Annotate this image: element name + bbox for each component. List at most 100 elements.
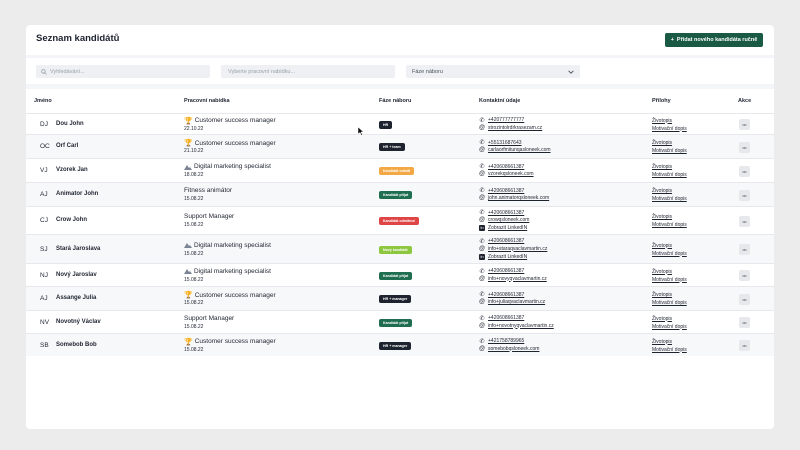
contact-value[interactable]: crowqsloneek.com (488, 217, 529, 223)
contact-phone[interactable]: ✆ +420608661387 (479, 209, 524, 217)
job-offer-select[interactable]: Vyberte pracovní nabídku... (221, 65, 395, 78)
contact-phone[interactable]: ✆ +420608661387 (479, 268, 524, 275)
contact-email[interactable]: @ vzorekqsloneek.com (479, 171, 534, 177)
table-row[interactable]: NJ Nový Jaroslav Digital marketing special… (26, 263, 774, 286)
more-actions-button[interactable]: ••• (739, 244, 750, 255)
contact-value[interactable]: +420608661387 (488, 188, 524, 194)
more-actions-button[interactable]: ••• (739, 317, 750, 328)
motivation-letter-link[interactable]: Motivační dopis (652, 148, 687, 154)
contact-phone[interactable]: ✆ +420777777777 (479, 117, 524, 124)
cv-link[interactable]: Životopis (652, 316, 672, 322)
contact-email[interactable]: @ info+juliaqvaclavmartin.cz (479, 299, 545, 305)
candidate-name[interactable]: Crow John (56, 217, 87, 223)
contact-email[interactable]: @ crowqsloneek.com (479, 217, 529, 223)
contact-value[interactable]: info+staraqvaclavmartin.cz (488, 246, 547, 252)
contact-phone[interactable]: ✆ +420608661387 (479, 315, 524, 322)
cv-link[interactable]: Životopis (652, 339, 672, 345)
phase-badge[interactable]: HR + manager (379, 295, 412, 303)
contact-value[interactable]: info+juliaqvaclavmartin.cz (488, 299, 545, 305)
motivation-letter-link[interactable]: Motivační dopis (652, 300, 687, 306)
contact-email[interactable]: @ carlaorfmitunqasloneek.com (479, 147, 551, 153)
table-row[interactable]: CJ Crow John Support Manager 15.08.22 Kandid… (26, 206, 774, 234)
contact-value[interactable]: strozintolrdrkrasezam.cz (488, 125, 542, 131)
candidate-name[interactable]: Vzorek Jan (56, 167, 88, 173)
table-row[interactable]: AJ Assange Julia 🏆 Customer success manager… (26, 286, 774, 310)
contact-value[interactable]: +420608661387 (488, 164, 524, 170)
more-actions-button[interactable]: ••• (739, 165, 750, 177)
phase-badge[interactable]: HR + team (379, 143, 405, 151)
phase-badge[interactable]: Kandidát přijat (379, 191, 413, 199)
contact-value[interactable]: info+novyqvaclavmartin.cz (488, 276, 547, 282)
motivation-letter-link[interactable]: Motivační dopis (652, 172, 687, 178)
contact-value[interactable]: Zobrazit LinkedIN (488, 225, 527, 231)
more-actions-button[interactable]: ••• (739, 119, 750, 130)
cv-link[interactable]: Životopis (652, 164, 672, 170)
candidate-name[interactable]: Dou John (56, 121, 84, 127)
contact-email[interactable]: @ info+staraqvaclavmartin.cz (479, 246, 547, 252)
contact-phone[interactable]: ✆ +420608661387 (479, 187, 524, 195)
table-row[interactable]: DJ Dou John 🏆 Customer success manager 22.10… (26, 113, 774, 134)
contact-email[interactable]: @ strozintolrdrkrasezam.cz (479, 125, 542, 131)
contact-value[interactable]: +420608661387 (488, 268, 524, 274)
motivation-letter-link[interactable]: Motivační dopis (652, 324, 687, 330)
more-actions-button[interactable]: ••• (739, 340, 750, 351)
phase-select[interactable]: Fáze náboru (406, 65, 580, 78)
contact-linkedin[interactable]: in Zobrazit LinkedIN (479, 225, 527, 231)
more-actions-button[interactable]: ••• (739, 293, 750, 305)
contact-linkedin[interactable]: in Zobrazit LinkedIN (479, 253, 527, 260)
more-actions-button[interactable]: ••• (739, 215, 750, 227)
contact-phone[interactable]: ✆ +420608661387 (479, 163, 524, 171)
contact-value[interactable]: vzorekqsloneek.com (488, 171, 534, 177)
contact-value[interactable]: somebobqsloneek.com (488, 346, 539, 352)
phase-badge[interactable]: Kandidát odmítnut (379, 217, 419, 225)
motivation-letter-link[interactable]: Motivační dopis (652, 126, 687, 132)
motivation-letter-link[interactable]: Motivační dopis (652, 347, 687, 353)
candidate-name[interactable]: Assange Julia (56, 295, 96, 301)
motivation-letter-link[interactable]: Motivační dopis (652, 277, 687, 283)
candidate-name[interactable]: Novotný Václav (56, 319, 101, 325)
cv-link[interactable]: Životopis (652, 269, 672, 275)
cv-link[interactable]: Životopis (652, 188, 672, 194)
contact-value[interactable]: Zobrazit LinkedIN (488, 254, 527, 260)
cv-link[interactable]: Životopis (652, 243, 672, 249)
contact-value[interactable]: +420608661387 (488, 315, 524, 321)
more-actions-button[interactable]: ••• (739, 270, 750, 281)
contact-value[interactable]: +420608661387 (488, 292, 524, 298)
more-actions-button[interactable]: ••• (739, 141, 750, 153)
candidate-name[interactable]: Somebob Bob (56, 342, 97, 348)
table-row[interactable]: NV Novotný Václav Support Manager 15.08.22 K… (26, 310, 774, 333)
contact-value[interactable]: carlaorfmitunqasloneek.com (488, 147, 551, 153)
motivation-letter-link[interactable]: Motivační dopis (652, 251, 687, 257)
cv-link[interactable]: Životopis (652, 140, 672, 146)
motivation-letter-link[interactable]: Motivační dopis (652, 222, 687, 228)
contact-value[interactable]: +421758789965 (488, 338, 524, 344)
contact-phone[interactable]: ✆ +55131687643 (479, 139, 522, 147)
contact-value[interactable]: +55131687643 (488, 140, 522, 146)
add-candidate-button[interactable]: + Přidat nového kandidáta ručně (665, 33, 763, 47)
candidate-name[interactable]: Stará Jaroslava (56, 246, 100, 252)
candidate-name[interactable]: Nový Jaroslav (56, 272, 97, 278)
table-row[interactable]: SJ Stará Jaroslava Digital marketing speci… (26, 234, 774, 263)
table-row[interactable]: VJ Vzorek Jan Digital marketing specialist… (26, 158, 774, 182)
candidate-name[interactable]: Orf Carl (56, 143, 78, 149)
table-row[interactable]: AJ Animator John Fitness animátor 15.08.22 K… (26, 182, 774, 206)
cv-link[interactable]: Životopis (652, 214, 672, 220)
contact-value[interactable]: +420608661387 (488, 210, 524, 216)
contact-phone[interactable]: ✆ +421758789965 (479, 338, 524, 345)
table-row[interactable]: SB Somebob Bob 🏆 Customer success manager 15… (26, 333, 774, 356)
candidate-name[interactable]: Animator John (56, 191, 98, 197)
contact-value[interactable]: info+novotnyqvaclavmartin.cz (488, 323, 554, 329)
cv-link[interactable]: Životopis (652, 118, 672, 124)
contact-phone[interactable]: ✆ +420608661387 (479, 291, 524, 299)
contact-email[interactable]: @ info+novyqvaclavmartin.cz (479, 276, 547, 282)
more-actions-button[interactable]: ••• (739, 189, 750, 201)
phase-badge[interactable]: Nový kandidát (379, 245, 412, 254)
table-row[interactable]: OC Orf Carl 🏆 Customer success manager 21.10… (26, 134, 774, 158)
phase-badge[interactable]: Kandidát přijat (379, 318, 413, 327)
contact-phone[interactable]: ✆ +420608661387 (479, 238, 524, 245)
contact-value[interactable]: +420777777777 (488, 117, 524, 123)
contact-email[interactable]: @ somebobqsloneek.com (479, 346, 539, 352)
contact-email[interactable]: @ info+novotnyqvaclavmartin.cz (479, 323, 554, 329)
motivation-letter-link[interactable]: Motivační dopis (652, 196, 687, 202)
phase-badge[interactable]: Kandidát přijat (379, 271, 413, 280)
